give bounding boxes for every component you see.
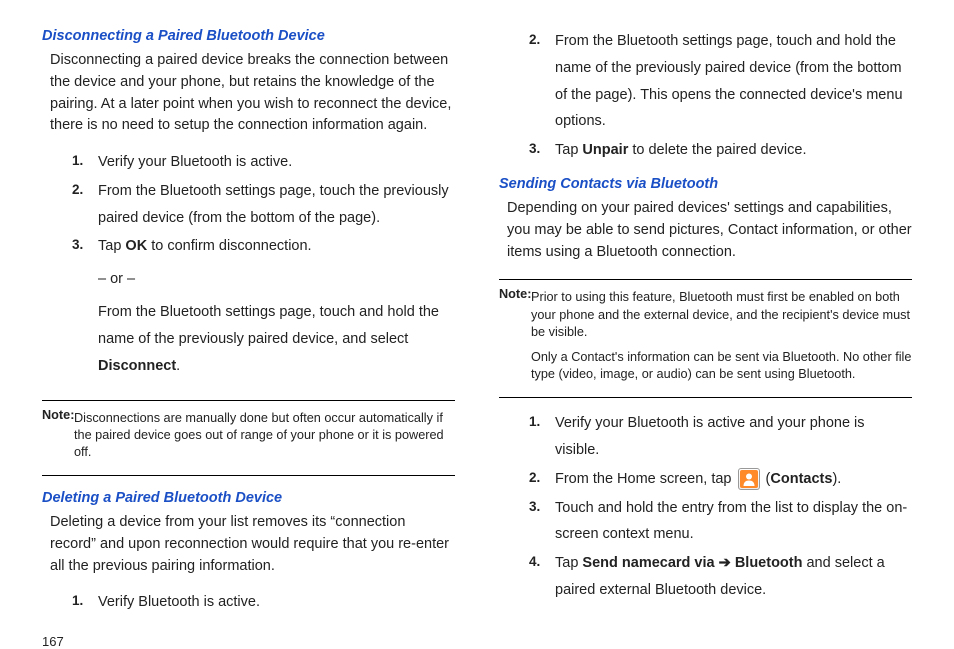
step-number: 1.	[72, 589, 83, 614]
step-item: 1. Verify your Bluetooth is active.	[72, 149, 455, 176]
or-text: – or –	[98, 266, 455, 293]
steps-list: 2. From the Bluetooth settings page, tou…	[529, 28, 912, 166]
note-block: Note: Prior to using this feature, Bluet…	[499, 286, 912, 383]
paragraph: Deleting a device from your list removes…	[50, 512, 455, 577]
step-text: From the Bluetooth settings page, touch …	[98, 299, 455, 379]
step-number: 1.	[529, 410, 540, 435]
step-text: Tap	[555, 142, 582, 158]
heading-sending: Sending Contacts via Bluetooth	[499, 176, 912, 192]
step-text: From the Bluetooth settings page, touch …	[555, 33, 903, 129]
note-text: Prior to using this feature, Bluetooth m…	[531, 289, 912, 340]
right-column: 2. From the Bluetooth settings page, tou…	[499, 28, 912, 628]
step-text: From the Home screen, tap	[555, 471, 736, 487]
step-item: 3. Tap Unpair to delete the paired devic…	[529, 137, 912, 164]
step-text-part: From the Bluetooth settings page, touch …	[98, 304, 439, 347]
step-text: to delete the paired device.	[628, 142, 806, 158]
paragraph: Depending on your paired devices' settin…	[507, 198, 912, 263]
step-item: 2. From the Bluetooth settings page, tou…	[529, 28, 912, 135]
note-label: Note:	[499, 287, 531, 301]
step-text: Verify your Bluetooth is active and your…	[555, 415, 865, 458]
bold-unpair: Unpair	[582, 142, 628, 158]
step-text-part: .	[176, 358, 180, 374]
left-column: Disconnecting a Paired Bluetooth Device …	[42, 28, 455, 628]
step-number: 2.	[72, 178, 83, 203]
step-item: 4. Tap Send namecard via ➔ Bluetooth and…	[529, 550, 912, 604]
divider	[42, 400, 455, 401]
note-text: Only a Contact's information can be sent…	[531, 349, 912, 383]
step-item: 3. Touch and hold the entry from the lis…	[529, 495, 912, 549]
step-item: 2. From the Home screen, tap (Contacts).	[529, 466, 912, 493]
step-number: 2.	[529, 466, 540, 491]
paragraph: Disconnecting a paired device breaks the…	[50, 50, 455, 137]
step-number: 1.	[72, 149, 83, 174]
step-number: 3.	[72, 233, 83, 258]
divider	[42, 475, 455, 476]
step-item: 1. Verify Bluetooth is active.	[72, 589, 455, 616]
bold-send-namecard: Send namecard via	[582, 555, 714, 571]
heading-disconnecting: Disconnecting a Paired Bluetooth Device	[42, 28, 455, 44]
steps-list: 1. Verify Bluetooth is active.	[72, 589, 455, 618]
note-block: Note: Disconnections are manually done b…	[42, 407, 455, 462]
arrow-icon: ➔	[715, 555, 735, 571]
steps-list: 1. Verify your Bluetooth is active and y…	[529, 410, 912, 606]
step-text: Verify your Bluetooth is active.	[98, 154, 292, 170]
step-number: 3.	[529, 137, 540, 162]
step-number: 2.	[529, 28, 540, 53]
step-text: Verify Bluetooth is active.	[98, 594, 260, 610]
steps-list: 1. Verify your Bluetooth is active. 2. F…	[72, 149, 455, 382]
step-text: From the Bluetooth settings page, touch …	[98, 183, 449, 226]
divider	[499, 279, 912, 280]
page-content: Disconnecting a Paired Bluetooth Device …	[42, 28, 912, 628]
step-item: 1. Verify your Bluetooth is active and y…	[529, 410, 912, 464]
contacts-icon	[738, 468, 760, 490]
bold-ok: OK	[125, 238, 147, 254]
step-text: ).	[832, 471, 841, 487]
bold-bluetooth: Bluetooth	[735, 555, 803, 571]
bold-disconnect: Disconnect	[98, 358, 176, 374]
divider	[499, 397, 912, 398]
heading-deleting: Deleting a Paired Bluetooth Device	[42, 490, 455, 506]
step-item: 2. From the Bluetooth settings page, tou…	[72, 178, 455, 232]
step-number: 3.	[529, 495, 540, 520]
page-number: 167	[42, 634, 912, 649]
step-text: Tap	[555, 555, 582, 571]
step-number: 4.	[529, 550, 540, 575]
note-text: Disconnections are manually done but oft…	[74, 410, 455, 461]
step-text: to confirm disconnection.	[147, 238, 311, 254]
step-text: Touch and hold the entry from the list t…	[555, 500, 907, 543]
step-text: Tap	[98, 238, 125, 254]
bold-contacts: Contacts	[770, 471, 832, 487]
step-item: 3. Tap OK to confirm disconnection. – or…	[72, 233, 455, 379]
note-label: Note:	[42, 408, 74, 422]
